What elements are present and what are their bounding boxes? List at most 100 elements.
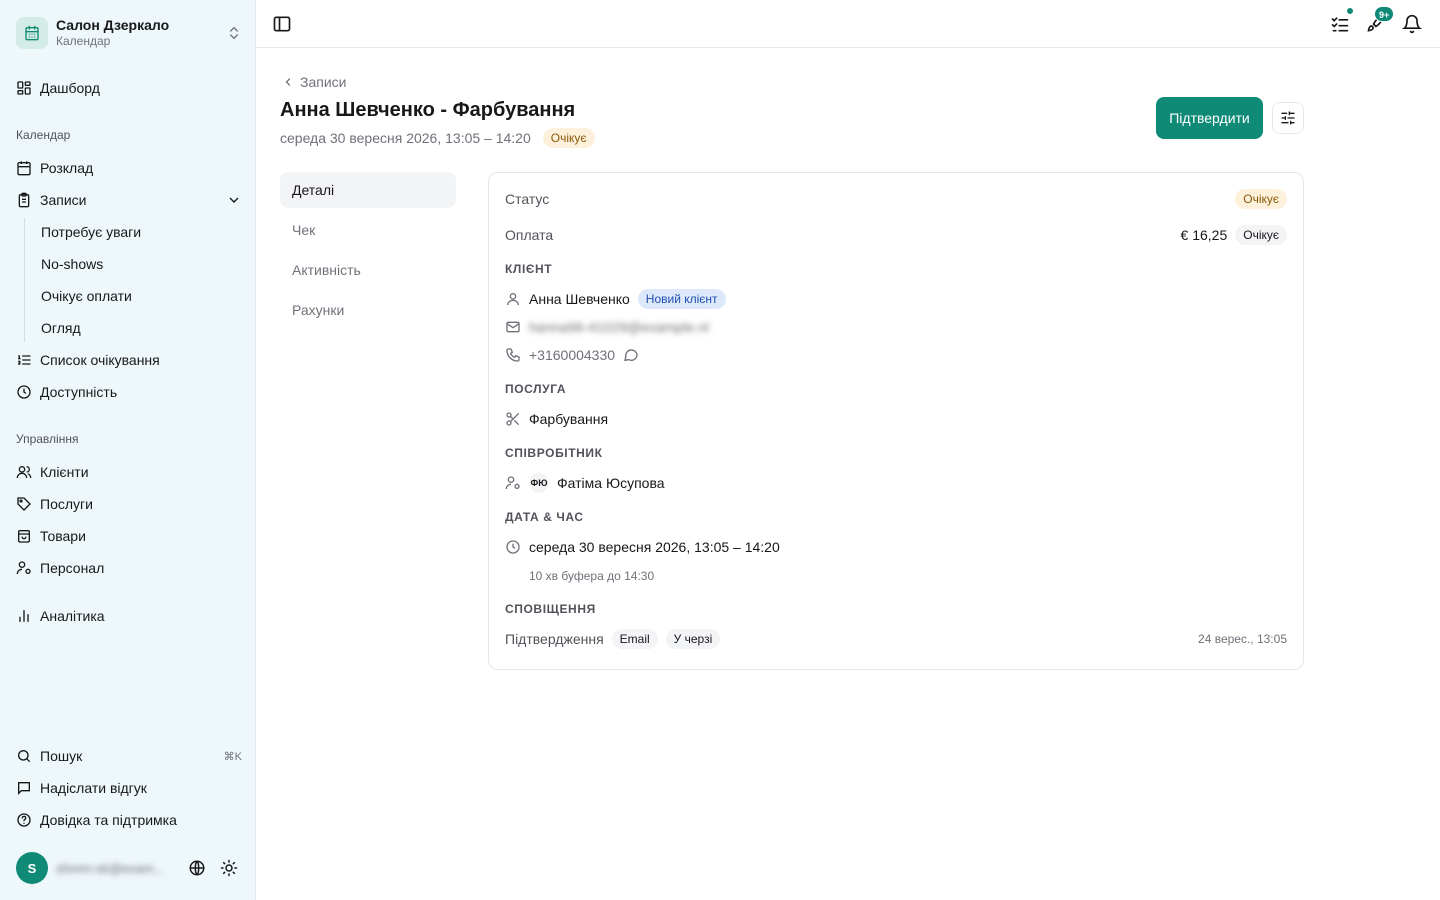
buffer-note: 10 хв буфера до 14:30 (529, 569, 655, 583)
sidebar-subitem-no-shows[interactable]: No-shows (41, 250, 242, 278)
clock-icon (16, 384, 32, 400)
sliders-icon (1280, 110, 1296, 126)
sidebar-item-label: No-shows (41, 256, 104, 272)
client-name[interactable]: Анна Шевченко (529, 291, 630, 307)
sidebar-item-clients[interactable]: Клієнти (16, 458, 242, 486)
scissors-icon (505, 411, 521, 427)
tasks-badge (1345, 6, 1355, 16)
shopping-bag-icon (16, 528, 32, 544)
payment-row: Оплата € 16,25 Очікує (505, 225, 1287, 245)
mail-icon (505, 319, 521, 335)
chevron-down-icon[interactable] (226, 192, 242, 208)
sidebar-item-feedback[interactable]: Надіслати відгук (16, 774, 242, 802)
list-ordered-icon (16, 352, 32, 368)
status-badge: Очікує (542, 128, 595, 148)
details-card: Статус Очікує Оплата € 16,25 Очікує КЛІЄ… (488, 172, 1304, 670)
submenu-line (24, 218, 25, 342)
org-name: Салон Дзеркало (56, 17, 170, 33)
sidebar-subitem-awaiting-payment[interactable]: Очікує оплати (41, 282, 242, 310)
sidebar-item-staff[interactable]: Персонал (16, 554, 242, 582)
section-service: ПОСЛУГА (505, 382, 567, 396)
tab-activity[interactable]: Активність (280, 252, 456, 288)
message-circle-icon[interactable] (623, 347, 639, 363)
sidebar-item-label: Клієнти (40, 464, 89, 480)
search-icon (16, 748, 32, 764)
clock-icon (505, 539, 521, 555)
chevrons-up-down-icon (226, 25, 242, 41)
client-name-row: Анна Шевченко Новий клієнт (505, 289, 1287, 309)
sidebar-item-search[interactable]: Пошук ⌘K (16, 742, 242, 770)
sun-icon[interactable] (220, 859, 238, 877)
sidebar-item-help[interactable]: Довідка та підтримка (16, 806, 242, 834)
user-menu[interactable]: S shmm-sk@exam... (16, 852, 242, 884)
tab-invoices[interactable]: Рахунки (280, 292, 456, 328)
sidebar-item-dashboard[interactable]: Дашборд (16, 74, 242, 102)
tab-receipt[interactable]: Чек (280, 212, 456, 248)
tab-details[interactable]: Деталі (280, 172, 456, 208)
notification-count-badge: 9+ (1374, 6, 1395, 22)
user-cog-icon (16, 560, 32, 576)
section-staff: СПІВРОБІТНИК (505, 446, 603, 460)
sidebar-item-label: Пошук (40, 748, 83, 764)
section-datetime: ДАТА & ЧАС (505, 510, 584, 524)
org-subtitle: Календар (56, 34, 111, 48)
sidebar-subitem-needs-attention[interactable]: Потребує уваги (41, 218, 242, 246)
user-email: shmm-sk@exam... (56, 861, 165, 875)
calendar-icon (16, 160, 32, 176)
sidebar-item-label: Надіслати відгук (40, 780, 147, 796)
datetime-row: середа 30 вересня 2026, 13:05 – 14:20 (505, 537, 1287, 557)
sidebar-item-label: Дашборд (40, 80, 100, 96)
service-row: Фарбування (505, 409, 1287, 429)
back-link[interactable]: Записи (282, 73, 346, 91)
page-title: Анна Шевченко - Фарбування (280, 99, 576, 121)
sidebar-item-products[interactable]: Товари (16, 522, 242, 550)
payment-amount: € 16,25 (1180, 227, 1228, 243)
section-label-calendar: Календар (16, 128, 71, 142)
tasks-icon[interactable] (1330, 6, 1355, 34)
buffer-row: 10 хв буфера до 14:30 (529, 568, 1287, 584)
sidebar-subitem-overview[interactable]: Огляд (41, 314, 242, 342)
avatar: ФЮ (529, 473, 549, 493)
message-square-icon (16, 780, 32, 796)
sidebar-item-label: Очікує оплати (41, 288, 132, 304)
appointment-datetime: середа 30 вересня 2026, 13:05 – 14:20 (280, 130, 531, 146)
globe-icon[interactable] (188, 859, 206, 877)
tag-icon (16, 496, 32, 512)
sidebar-item-analytics[interactable]: Аналітика (16, 602, 242, 630)
phone-icon (505, 347, 521, 363)
org-switcher[interactable]: Салон Дзеркало Календар (16, 14, 242, 52)
staff-row: ФЮ Фатіма Юсупова (505, 473, 1287, 493)
notification-status-badge: У черзі (665, 629, 721, 649)
status-badge: Очікує (1235, 189, 1287, 209)
client-email[interactable]: hanna96-41029@example.nl (529, 319, 709, 335)
notification-row: Підтвердження Email У черзі 24 верес., 1… (505, 629, 1287, 649)
notification-label: Підтвердження (505, 631, 604, 647)
page-subtitle: середа 30 вересня 2026, 13:05 – 14:20 Оч… (280, 128, 595, 148)
sidebar: Салон Дзеркало Календар Дашборд Календар… (0, 0, 256, 900)
sidebar-toggle-icon[interactable] (272, 14, 292, 34)
sidebar-item-availability[interactable]: Доступність (16, 378, 242, 406)
rocket-icon[interactable]: 9+ (1366, 6, 1395, 34)
bell-icon[interactable] (1402, 14, 1422, 34)
confirm-button[interactable]: Підтвердити (1156, 97, 1263, 139)
staff-name[interactable]: Фатіма Юсупова (557, 475, 665, 491)
section-label-manage: Управління (16, 432, 79, 446)
service-name[interactable]: Фарбування (529, 411, 608, 427)
sidebar-item-label: Товари (40, 528, 86, 544)
sidebar-item-label: Довідка та підтримка (40, 812, 177, 828)
avatar[interactable]: S (16, 852, 48, 884)
sidebar-item-waitlist[interactable]: Список очікування (16, 346, 242, 374)
settings-button[interactable] (1272, 102, 1304, 134)
user-icon (505, 291, 521, 307)
bar-chart-icon (16, 608, 32, 624)
sidebar-item-services[interactable]: Послуги (16, 490, 242, 518)
sidebar-item-label: Розклад (40, 160, 94, 176)
sidebar-item-label: Потребує уваги (41, 224, 142, 240)
back-link-label: Записи (300, 74, 347, 90)
shortcut-hint: ⌘K (223, 750, 242, 763)
status-row: Статус Очікує (505, 189, 1287, 209)
sidebar-item-schedule[interactable]: Розклад (16, 154, 242, 182)
chevron-left-icon (282, 76, 300, 88)
sidebar-item-records[interactable]: Записи (16, 186, 242, 214)
client-phone[interactable]: +3160004330 (529, 347, 615, 363)
